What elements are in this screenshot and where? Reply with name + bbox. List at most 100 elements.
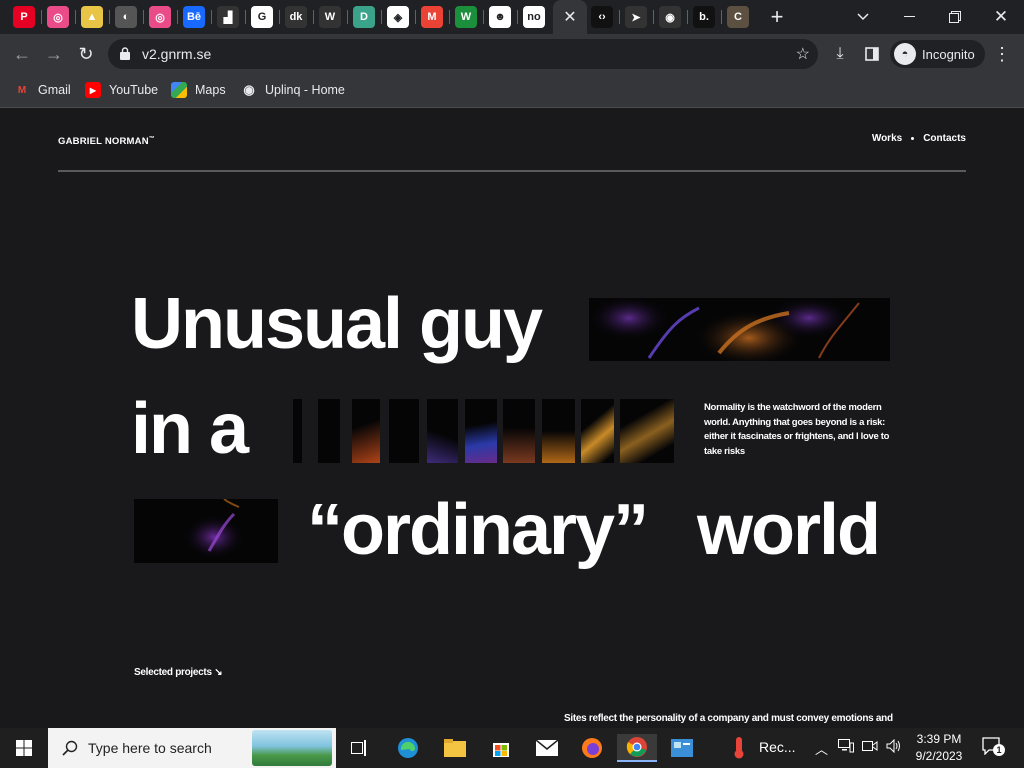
firefox-icon[interactable] xyxy=(577,734,607,762)
c-logo-icon[interactable]: C xyxy=(727,6,749,28)
dribbble-icon[interactable]: ◎ xyxy=(47,6,69,28)
dk-icon[interactable]: dk xyxy=(285,6,307,28)
side-panel-icon[interactable] xyxy=(858,40,886,68)
bookmark-star-icon[interactable]: ☆ xyxy=(796,44,810,64)
forward-arrow-icon[interactable]: → xyxy=(40,40,68,68)
task-view-icon[interactable] xyxy=(345,734,375,762)
no-logo-icon[interactable]: no xyxy=(523,6,545,28)
windows-start-button[interactable] xyxy=(0,728,48,768)
lock-icon xyxy=(120,47,130,60)
hero-word-world: world xyxy=(697,490,881,570)
taskbar-search-box[interactable]: Type here to search xyxy=(48,728,336,768)
figure-icon[interactable]: ☻ xyxy=(489,6,511,28)
minimize-button[interactable] xyxy=(894,4,924,30)
hero-video-strips xyxy=(293,399,674,463)
close-tab-icon[interactable]: ✕ xyxy=(563,7,576,27)
tab-strip: P ◎ ▲ ◐ ◎ Bē ▟ Gdk W D ◈ M W ☻ no ‹› ➤ ◉ b. C ✕ + ✕ xyxy=(0,0,1024,34)
active-tab[interactable]: ✕ xyxy=(553,0,587,34)
tab-separator xyxy=(313,10,314,24)
url-text[interactable]: v2.gnrm.se xyxy=(142,46,211,62)
edge-icon[interactable] xyxy=(393,734,423,762)
tab-separator xyxy=(75,10,76,24)
tab-separator xyxy=(279,10,280,24)
w-logo-icon[interactable]: W xyxy=(319,6,341,28)
bookmark-youtube[interactable]: ▶ YouTube xyxy=(85,82,158,98)
notification-center-button[interactable]: 1 xyxy=(982,737,1005,758)
google-icon[interactable]: G xyxy=(251,6,273,28)
b-logo-icon[interactable]: b. xyxy=(693,6,715,28)
dribbble-icon[interactable]: ◎ xyxy=(149,6,171,28)
site-nav: Works Contacts xyxy=(872,133,966,144)
recording-app-label[interactable]: Rec... xyxy=(759,739,796,755)
moon-icon[interactable]: ◐ xyxy=(115,6,137,28)
nav-contacts-link[interactable]: Contacts xyxy=(923,133,966,144)
recording-app-icon[interactable] xyxy=(724,734,754,762)
bookmark-maps[interactable]: Maps xyxy=(171,82,226,98)
file-explorer-icon[interactable] xyxy=(440,734,470,762)
colorful-logo-icon[interactable]: ▲ xyxy=(81,6,103,28)
hero-video-3 xyxy=(134,499,278,563)
hero-word-ordinary: “ordinary” xyxy=(307,490,649,570)
mail-icon[interactable] xyxy=(532,734,562,762)
header-divider xyxy=(58,170,966,172)
tab-separator xyxy=(381,10,382,24)
site-logo[interactable]: GABRIEL NORMAN™ xyxy=(58,136,155,147)
volume-icon[interactable] xyxy=(886,738,902,756)
close-window-button[interactable]: ✕ xyxy=(986,4,1016,30)
camera-icon[interactable] xyxy=(862,739,878,756)
uplinq-icon[interactable]: ◉ xyxy=(659,6,681,28)
tab-separator xyxy=(619,10,620,24)
youtube-icon: ▶ xyxy=(85,82,101,98)
bookmark-gmail[interactable]: M Gmail xyxy=(14,82,71,98)
tab-separator xyxy=(143,10,144,24)
tab-separator xyxy=(517,10,518,24)
tab-separator xyxy=(721,10,722,24)
clock-date: 9/2/2023 xyxy=(915,749,963,763)
network-icon[interactable] xyxy=(838,739,854,756)
codepen-icon[interactable]: ◈ xyxy=(387,6,409,28)
behance-icon[interactable]: Bē xyxy=(183,6,205,28)
services-paragraph: Sites reflect the personality of a compa… xyxy=(564,713,893,724)
gmail-icon: M xyxy=(17,84,27,96)
back-arrow-icon[interactable]: ← xyxy=(8,40,36,68)
clock-time: 3:39 PM xyxy=(916,732,962,746)
search-icon xyxy=(62,740,78,756)
notification-count-badge: 1 xyxy=(993,744,1005,756)
nav-works-link[interactable]: Works xyxy=(872,133,902,144)
menu-kebab-icon[interactable]: ⋮ xyxy=(988,40,1016,68)
tab-search-chevron-icon[interactable] xyxy=(848,4,878,30)
windows-logo-icon xyxy=(16,740,32,756)
reload-icon[interactable]: ↻ xyxy=(72,40,100,68)
store-icon[interactable] xyxy=(486,734,516,762)
bookmark-label: Uplinq - Home xyxy=(265,83,345,97)
new-tab-button[interactable]: + xyxy=(762,4,792,30)
selected-projects-link[interactable]: Selected projects ↘ xyxy=(134,667,223,678)
intro-paragraph: Normality is the watchword of the modern… xyxy=(704,402,890,457)
tab-separator xyxy=(687,10,688,24)
w-green-icon[interactable]: W xyxy=(455,6,477,28)
tray-chevron-up-icon[interactable]: ︿ xyxy=(815,739,828,758)
bookmark-label: Maps xyxy=(195,83,226,97)
tab-separator xyxy=(483,10,484,24)
address-bar[interactable]: v2.gnrm.se ☆ xyxy=(108,39,818,69)
windows-taskbar: Type here to search Rec... ︿ 3:39 PM 9/2… xyxy=(0,728,1024,768)
system-clock[interactable]: 3:39 PM 9/2/2023 xyxy=(910,731,968,765)
download-icon[interactable]: ⤓ xyxy=(826,40,854,68)
gmail-icon[interactable]: M xyxy=(421,6,443,28)
code-icon[interactable]: ‹› xyxy=(591,6,613,28)
bookmark-uplinq[interactable]: ◉ Uplinq - Home xyxy=(241,82,345,98)
chrome-icon[interactable] xyxy=(617,734,657,762)
tab-separator xyxy=(347,10,348,24)
pixel-icon[interactable]: ▟ xyxy=(217,6,239,28)
cursor-icon[interactable]: ➤ xyxy=(625,6,647,28)
brand-name: GABRIEL NORMAN xyxy=(58,136,149,148)
restore-button[interactable] xyxy=(940,4,970,30)
pinterest-icon[interactable]: P xyxy=(13,6,35,28)
uplinq-icon: ◉ xyxy=(243,82,255,97)
bookmark-label: Gmail xyxy=(38,83,71,97)
tab-separator xyxy=(177,10,178,24)
incognito-profile-button[interactable]: ◓ Incognito xyxy=(890,40,985,68)
control-panel-icon[interactable] xyxy=(667,734,697,762)
browser-toolbar: ← → ↻ v2.gnrm.se ☆ ⤓ ◓ Incognito ⋮ xyxy=(0,34,1024,74)
d-logo-icon[interactable]: D xyxy=(353,6,375,28)
